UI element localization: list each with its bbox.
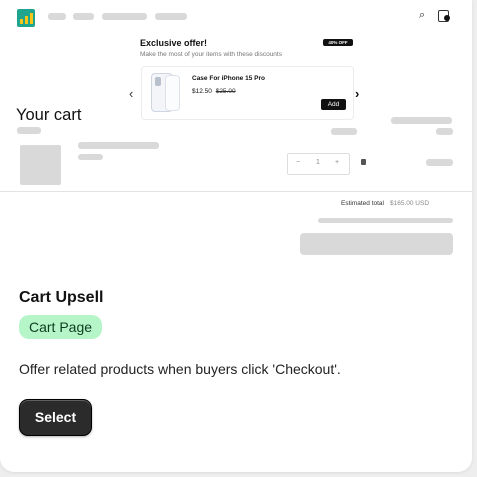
line-item-image bbox=[20, 145, 61, 185]
nav-placeholder bbox=[155, 13, 187, 20]
compare-price: $25.00 bbox=[215, 88, 236, 95]
preview-card: ⌕ Exclusive offer! Make the most of your… bbox=[0, 0, 472, 472]
nav-placeholder bbox=[102, 13, 147, 20]
trash-icon[interactable] bbox=[361, 159, 366, 165]
product-image-back bbox=[165, 75, 180, 111]
chevron-right-icon[interactable]: › bbox=[355, 86, 359, 101]
select-button[interactable]: Select bbox=[19, 399, 92, 436]
line-item-title-placeholder bbox=[78, 142, 159, 149]
estimated-total-label: Estimated total bbox=[341, 200, 384, 207]
search-icon[interactable]: ⌕ bbox=[419, 10, 425, 21]
quantity-plus[interactable]: + bbox=[335, 159, 339, 166]
template-description: Offer related products when buyers click… bbox=[19, 361, 341, 377]
column-header-placeholder bbox=[331, 128, 357, 135]
divider bbox=[0, 191, 472, 192]
column-header-placeholder bbox=[436, 128, 453, 135]
sale-price: $12.50 bbox=[192, 88, 212, 95]
estimated-total-value: $165.00 USD bbox=[390, 200, 430, 207]
chevron-left-icon[interactable]: ‹ bbox=[129, 86, 133, 101]
discount-tag: 40% OFF bbox=[323, 39, 353, 46]
line-item-price-placeholder bbox=[78, 154, 103, 160]
product-price: $12.50 $25.00 bbox=[192, 88, 236, 95]
quantity-value: 1 bbox=[316, 159, 320, 166]
product-name: Case For iPhone 15 Pro bbox=[192, 75, 265, 82]
estimated-total: Estimated total $165.00 USD bbox=[341, 200, 429, 207]
template-title: Cart Upsell bbox=[19, 289, 104, 306]
nav-placeholder bbox=[48, 13, 66, 20]
store-logo-icon bbox=[17, 9, 35, 27]
quantity-stepper[interactable]: − 1 + bbox=[287, 153, 350, 175]
nav-placeholder bbox=[73, 13, 94, 20]
add-button[interactable]: Add bbox=[321, 99, 346, 110]
column-header-placeholder bbox=[17, 127, 41, 134]
popup-subtitle: Make the most of your items with these d… bbox=[140, 51, 282, 58]
taxes-note-placeholder bbox=[318, 218, 453, 223]
page-badge: Cart Page bbox=[19, 315, 103, 339]
link-placeholder bbox=[391, 117, 452, 124]
quantity-minus[interactable]: − bbox=[296, 159, 300, 166]
checkout-button-placeholder bbox=[300, 233, 453, 255]
popup-title: Exclusive offer! bbox=[140, 38, 208, 48]
cart-count-dot bbox=[444, 15, 450, 21]
line-total-placeholder bbox=[426, 159, 453, 166]
cart-title: Your cart bbox=[16, 106, 82, 124]
